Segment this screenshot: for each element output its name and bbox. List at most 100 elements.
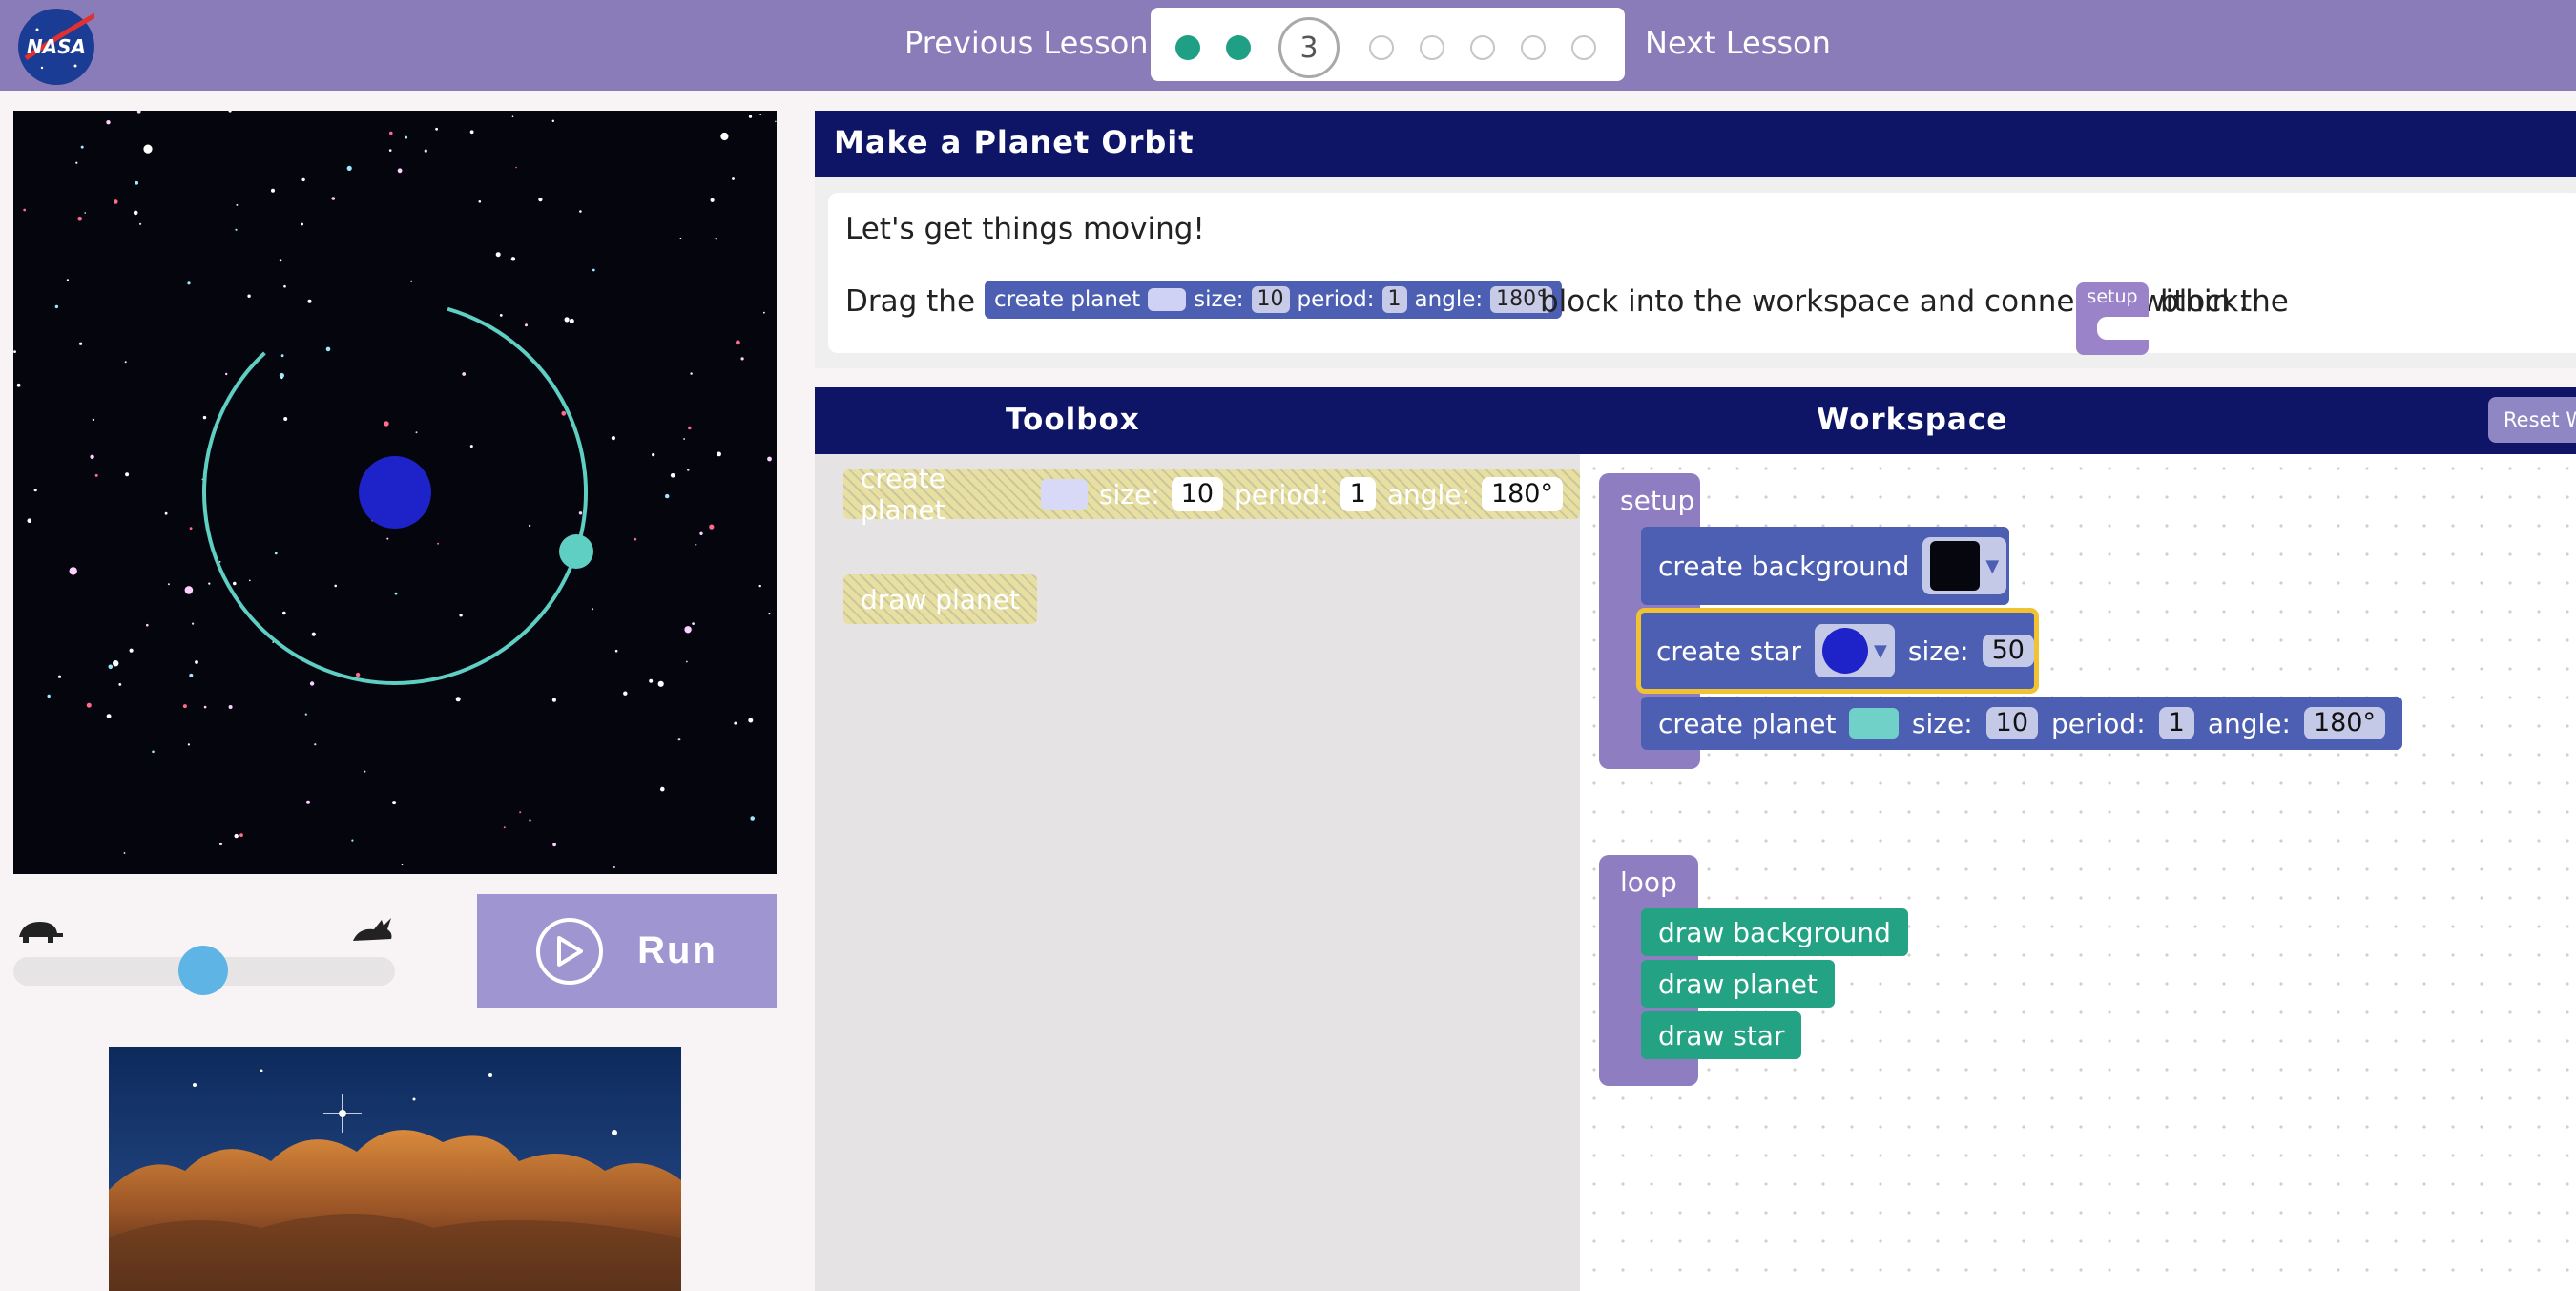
create-planet-block[interactable]: create planet size: 10 period: 1 angle: … [1641,697,2402,750]
progress-current-step[interactable]: 3 [1278,17,1340,78]
background-star [167,583,170,586]
loop-item-draw-star[interactable]: draw star [1641,1011,1802,1059]
background-star [133,210,138,216]
background-star [346,165,352,171]
background-star [614,649,618,653]
background-star [113,660,119,667]
play-icon [536,917,604,985]
planet-color-swatch[interactable] [1849,708,1899,739]
create-background-block[interactable]: create background ▼ [1641,527,2009,605]
background-star [510,257,516,261]
background-star [551,698,557,702]
background-star [311,632,316,636]
background-star [538,198,543,202]
previous-lesson-link[interactable]: Previous Lesson [904,25,1149,61]
background-star [218,561,221,563]
background-star [187,743,190,746]
create-planet-angle-value[interactable]: 180° [2303,707,2385,739]
star-dropdown[interactable]: ▼ [1815,624,1895,677]
nebula-image [109,1047,681,1291]
create-star-size-label: size: [1907,635,1969,667]
background-star [525,323,528,327]
create-planet-period-value[interactable]: 1 [2158,707,2194,739]
background-star [247,294,251,298]
background-star [397,168,403,174]
background-star [106,120,111,125]
background-star [283,417,288,421]
background-star [118,683,122,686]
background-star [182,704,187,709]
background-star [189,527,193,530]
loop-item-draw-planet[interactable]: draw planet [1641,960,1835,1008]
instructions-card: Let's get things moving! Drag the create… [828,193,2576,355]
background-star [304,713,307,716]
inline-size-value: 10 [1251,286,1290,313]
background-star [613,866,615,868]
create-star-size-value[interactable]: 50 [1982,635,2034,667]
run-button[interactable]: Run [477,894,777,1008]
progress-dot-2[interactable] [1226,35,1251,60]
loop-item-draw-background[interactable]: draw background [1641,908,1908,956]
background-star [740,357,744,361]
background-star [228,705,233,709]
background-star [690,372,693,375]
progress-dot-6[interactable] [1470,35,1495,60]
background-star [90,454,94,459]
background-star [139,222,142,225]
progress-dot-1[interactable] [1175,35,1200,60]
instructions-panel: Let's get things moving! Drag the create… [815,177,2576,368]
background-star [564,317,570,323]
background-star [202,415,207,420]
editor-header: Toolbox Workspace [815,387,2576,454]
background-star [394,592,398,595]
progress-current-number: 3 [1299,31,1319,65]
background-star [578,511,583,515]
background-star [92,418,95,422]
background-star [717,451,721,457]
background-star [652,453,655,457]
background-star [123,852,126,854]
background-star [331,197,336,200]
background-star [657,680,664,687]
background-star [274,552,278,555]
background-star [301,177,305,182]
background-star [47,694,51,698]
background-star [306,800,310,804]
toolbox-angle-label: angle: [1386,478,1470,510]
speed-slider-thumb[interactable] [178,946,228,995]
inline-period-value: 1 [1381,286,1407,313]
background-star [218,842,223,846]
progress-dot-8[interactable] [1571,35,1596,60]
progress-dot-7[interactable] [1521,35,1546,60]
background-star [684,626,692,634]
background-dropdown[interactable]: ▼ [1922,537,2007,594]
background-star [234,833,239,839]
next-lesson-link[interactable]: Next Lesson [1645,25,1831,61]
toolbox-size-value: 10 [1171,477,1223,511]
planet-sprite [559,534,593,569]
nasa-logo[interactable]: NASA [18,9,94,85]
create-star-block[interactable]: create star ▼ size: 50 [1636,608,2039,694]
workspace-title: Workspace [1817,403,2008,437]
background-star [16,383,21,387]
top-nav-bar: NASA Previous Lesson 3 Next Lesson [0,0,2576,91]
background-star [228,111,232,113]
background-star [634,537,637,541]
background-star [736,340,740,345]
progress-dot-4[interactable] [1369,35,1394,60]
toolbox-draw-planet-label: draw planet [861,583,1020,615]
background-star [388,149,392,152]
star-thumbnail [1822,628,1869,674]
toolbox-angle-value: 180° [1481,477,1563,511]
reset-workspace-button[interactable]: Reset W [2488,397,2576,443]
toolbox-draw-planet-block[interactable]: draw planet [843,574,1037,624]
background-star [649,678,654,683]
create-planet-size-value[interactable]: 10 [1985,707,2038,739]
toolbox-create-planet-block[interactable]: create planet size: 10 period: 1 angle: … [843,463,1580,526]
background-star [389,131,393,135]
loop-item-label: draw star [1658,1019,1785,1052]
background-star [670,473,675,478]
progress-dot-5[interactable] [1420,35,1444,60]
background-star [314,743,317,746]
background-star [364,770,366,773]
